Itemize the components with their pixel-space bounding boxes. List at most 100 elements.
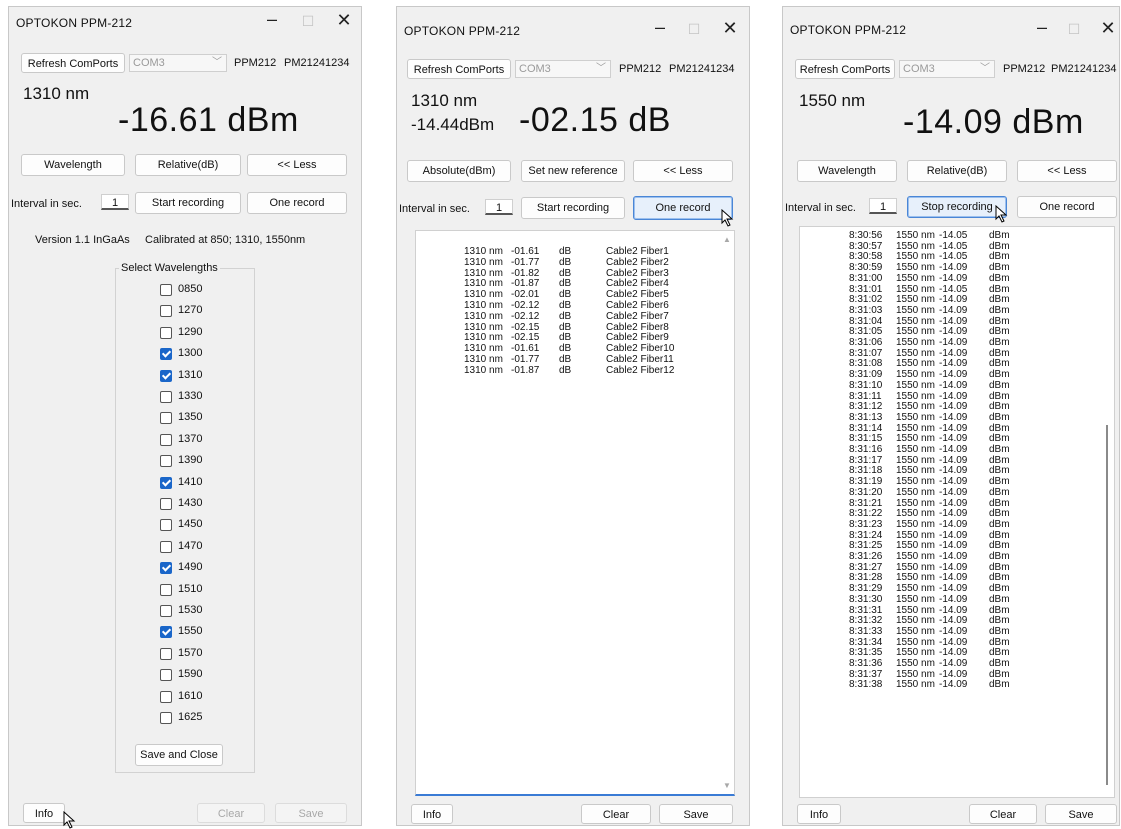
less-button[interactable]: << Less xyxy=(1017,160,1117,182)
window-2: OPTOKON PPM-212 – ☐ ✕ Refresh ComPorts C… xyxy=(396,6,750,826)
wavelength-checkbox[interactable] xyxy=(160,369,172,382)
save-button[interactable]: Save xyxy=(659,804,733,824)
interval-input[interactable]: 1 xyxy=(869,198,897,214)
wavelength-checkbox-label: 1450 xyxy=(178,518,203,531)
record-val: -02.15 xyxy=(511,321,540,333)
wavelength-checkbox[interactable] xyxy=(160,433,172,446)
clear-button[interactable]: Clear xyxy=(969,804,1037,824)
save-and-close-button[interactable]: Save and Close xyxy=(135,744,223,766)
record-val: -01.77 xyxy=(511,354,540,365)
title-bar[interactable]: OPTOKON PPM-212 – ☐ ✕ xyxy=(783,7,1119,39)
scroll-down-icon[interactable]: ▼ xyxy=(723,781,731,790)
maximize-icon[interactable]: ☐ xyxy=(1063,21,1085,38)
relative-db-button[interactable]: Relative(dB) xyxy=(135,154,241,176)
records-textarea[interactable]: 1310 nm -01.61 dB Cable2 Fiber1 1310 nm -01.7… xyxy=(415,230,735,796)
log-t: 8:31:00 xyxy=(849,272,883,284)
wavelength-checkbox[interactable] xyxy=(160,605,172,617)
wavelength-checkbox[interactable] xyxy=(160,476,172,489)
wavelength-checkbox[interactable] xyxy=(160,391,172,403)
stop-recording-button[interactable]: Stop recording xyxy=(907,196,1007,218)
log-u: dBm xyxy=(989,411,1010,423)
log-t: 8:31:11 xyxy=(849,390,882,402)
maximize-icon[interactable]: ☐ xyxy=(683,21,705,38)
minimize-icon[interactable]: – xyxy=(649,17,671,38)
record-note: Cable2 Fiber5 xyxy=(606,289,669,301)
close-icon[interactable]: ✕ xyxy=(719,18,741,39)
interval-input[interactable]: 1 xyxy=(101,194,129,210)
wavelength-checkbox[interactable] xyxy=(160,326,172,339)
log-t: 8:31:03 xyxy=(849,304,883,316)
log-textarea[interactable]: 8:30:56 1550 nm -14.05 dBm 8:30:57 1550 nm -14… xyxy=(799,226,1115,798)
log-v: -14.09 xyxy=(939,304,968,316)
wavelength-checkbox[interactable] xyxy=(160,348,172,361)
log-v: -14.09 xyxy=(939,647,968,659)
com-port-select[interactable]: COM3 ﹀ xyxy=(515,60,611,78)
wavelength-checkbox[interactable] xyxy=(160,712,172,724)
wavelength-checkbox[interactable] xyxy=(160,562,172,575)
relative-db-button[interactable]: Relative(dB) xyxy=(907,160,1007,182)
refresh-comports-button[interactable]: Refresh ComPorts xyxy=(795,59,895,79)
scroll-up-icon[interactable]: ▲ xyxy=(723,235,731,244)
wavelength-checkbox[interactable] xyxy=(160,626,172,639)
log-u: dBm xyxy=(989,572,1010,584)
log-wl: 1550 nm xyxy=(896,326,935,338)
scrollbar[interactable] xyxy=(1100,227,1114,797)
wavelength-checkbox[interactable] xyxy=(160,540,172,553)
wavelength-checkbox[interactable] xyxy=(160,583,172,596)
com-port-select[interactable]: COM3 ﹀ xyxy=(129,54,227,72)
maximize-icon[interactable]: ☐ xyxy=(297,13,319,30)
clear-button[interactable]: Clear xyxy=(197,803,265,823)
minimize-icon[interactable]: – xyxy=(261,9,283,30)
close-icon[interactable]: ✕ xyxy=(1097,18,1119,39)
log-t: 8:31:36 xyxy=(849,658,883,669)
record-note: Cable2 Fiber10 xyxy=(606,343,675,355)
refresh-comports-button[interactable]: Refresh ComPorts xyxy=(21,53,125,73)
minimize-icon[interactable]: – xyxy=(1031,17,1053,38)
save-button[interactable]: Save xyxy=(275,803,347,823)
title-bar[interactable]: OPTOKON PPM-212 – ☐ ✕ xyxy=(397,7,749,39)
record-note: Cable2 Fiber12 xyxy=(606,364,675,376)
com-port-select[interactable]: COM3 ﹀ xyxy=(899,60,995,78)
log-u: dBm xyxy=(989,497,1010,509)
wavelength-checkbox[interactable] xyxy=(160,455,172,468)
log-wl: 1550 nm xyxy=(896,647,935,659)
absolute-dbm-button[interactable]: Absolute(dBm) xyxy=(407,160,511,182)
info-button[interactable]: Info xyxy=(797,804,841,824)
wavelength-checkbox[interactable] xyxy=(160,498,172,510)
scrollbar-thumb[interactable] xyxy=(1106,425,1108,785)
one-record-button[interactable]: One record xyxy=(1017,196,1117,218)
clear-button[interactable]: Clear xyxy=(581,804,651,824)
scrollbar[interactable]: ▲ ▼ xyxy=(720,231,734,794)
less-button[interactable]: << Less xyxy=(247,154,347,176)
wavelength-checkbox[interactable] xyxy=(160,305,172,318)
title-bar[interactable]: OPTOKON PPM-212 – ☐ ✕ xyxy=(9,7,361,39)
com-port-value: COM3 xyxy=(903,63,935,75)
wavelength-checkbox[interactable] xyxy=(160,647,172,660)
window-title: OPTOKON PPM-212 xyxy=(16,16,133,30)
wavelength-checkbox[interactable] xyxy=(160,669,172,682)
wavelength-checkbox[interactable] xyxy=(160,519,172,532)
record-note: Cable2 Fiber7 xyxy=(606,310,669,322)
log-t: 8:31:23 xyxy=(849,518,883,530)
log-t: 8:30:56 xyxy=(849,230,883,241)
chevron-down-icon: ﹀ xyxy=(596,63,606,74)
save-button[interactable]: Save xyxy=(1045,804,1117,824)
wavelength-checkbox[interactable] xyxy=(160,690,172,703)
wavelength-checkbox[interactable] xyxy=(160,284,172,296)
info-button[interactable]: Info xyxy=(411,804,453,824)
interval-input[interactable]: 1 xyxy=(485,199,513,215)
set-new-reference-button[interactable]: Set new reference xyxy=(521,160,625,182)
one-record-button[interactable]: One record xyxy=(247,192,347,214)
log-t: 8:31:15 xyxy=(849,433,883,445)
info-button[interactable]: Info xyxy=(23,803,65,823)
start-recording-button[interactable]: Start recording xyxy=(521,197,625,219)
close-icon[interactable]: ✕ xyxy=(333,10,355,31)
log-u: dBm xyxy=(989,540,1010,552)
wavelength-button[interactable]: Wavelength xyxy=(797,160,897,182)
less-button[interactable]: << Less xyxy=(633,160,733,182)
refresh-comports-button[interactable]: Refresh ComPorts xyxy=(407,59,511,79)
one-record-button[interactable]: One record xyxy=(633,196,733,220)
start-recording-button[interactable]: Start recording xyxy=(135,192,241,214)
wavelength-checkbox[interactable] xyxy=(160,412,172,425)
wavelength-button[interactable]: Wavelength xyxy=(21,154,125,176)
